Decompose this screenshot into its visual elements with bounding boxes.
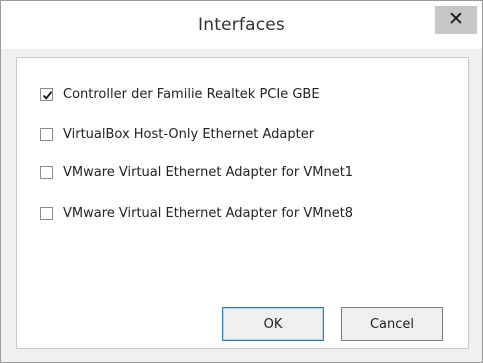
ok-button-label: OK: [263, 316, 283, 332]
dialog-title: Interfaces: [198, 15, 285, 35]
interface-item-vmnet1[interactable]: VMware Virtual Ethernet Adapter for VMne…: [40, 162, 353, 182]
cancel-button-label: Cancel: [369, 316, 415, 332]
cancel-button[interactable]: Cancel: [341, 307, 443, 341]
ok-button[interactable]: OK: [222, 307, 324, 341]
title-bar[interactable]: Interfaces ✕: [1, 1, 482, 49]
interface-item-virtualbox[interactable]: VirtualBox Host-Only Ethernet Adapter: [40, 124, 314, 144]
interface-label: VMware Virtual Ethernet Adapter for VMne…: [63, 205, 354, 221]
checkbox-vmnet8[interactable]: [40, 206, 53, 220]
interfaces-dialog: Interfaces ✕ Controller der Familie Real…: [0, 0, 483, 363]
checkbox-virtualbox[interactable]: [40, 127, 53, 141]
interface-item-realtek[interactable]: Controller der Familie Realtek PCIe GBE: [40, 84, 320, 104]
close-icon: ✕: [448, 8, 464, 30]
checkbox-realtek[interactable]: [40, 87, 53, 101]
checkmark-icon: [42, 90, 53, 100]
checkbox-vmnet1[interactable]: [40, 165, 53, 179]
interface-label: VirtualBox Host-Only Ethernet Adapter: [63, 126, 315, 142]
close-button[interactable]: ✕: [435, 6, 477, 34]
dialog-client-area: Controller der Familie Realtek PCIe GBE …: [1, 49, 482, 362]
interface-label: VMware Virtual Ethernet Adapter for VMne…: [63, 164, 354, 180]
interface-item-vmnet8[interactable]: VMware Virtual Ethernet Adapter for VMne…: [40, 203, 353, 223]
interface-label: Controller der Familie Realtek PCIe GBE: [63, 86, 320, 102]
interface-list-panel: Controller der Familie Realtek PCIe GBE …: [16, 57, 469, 349]
